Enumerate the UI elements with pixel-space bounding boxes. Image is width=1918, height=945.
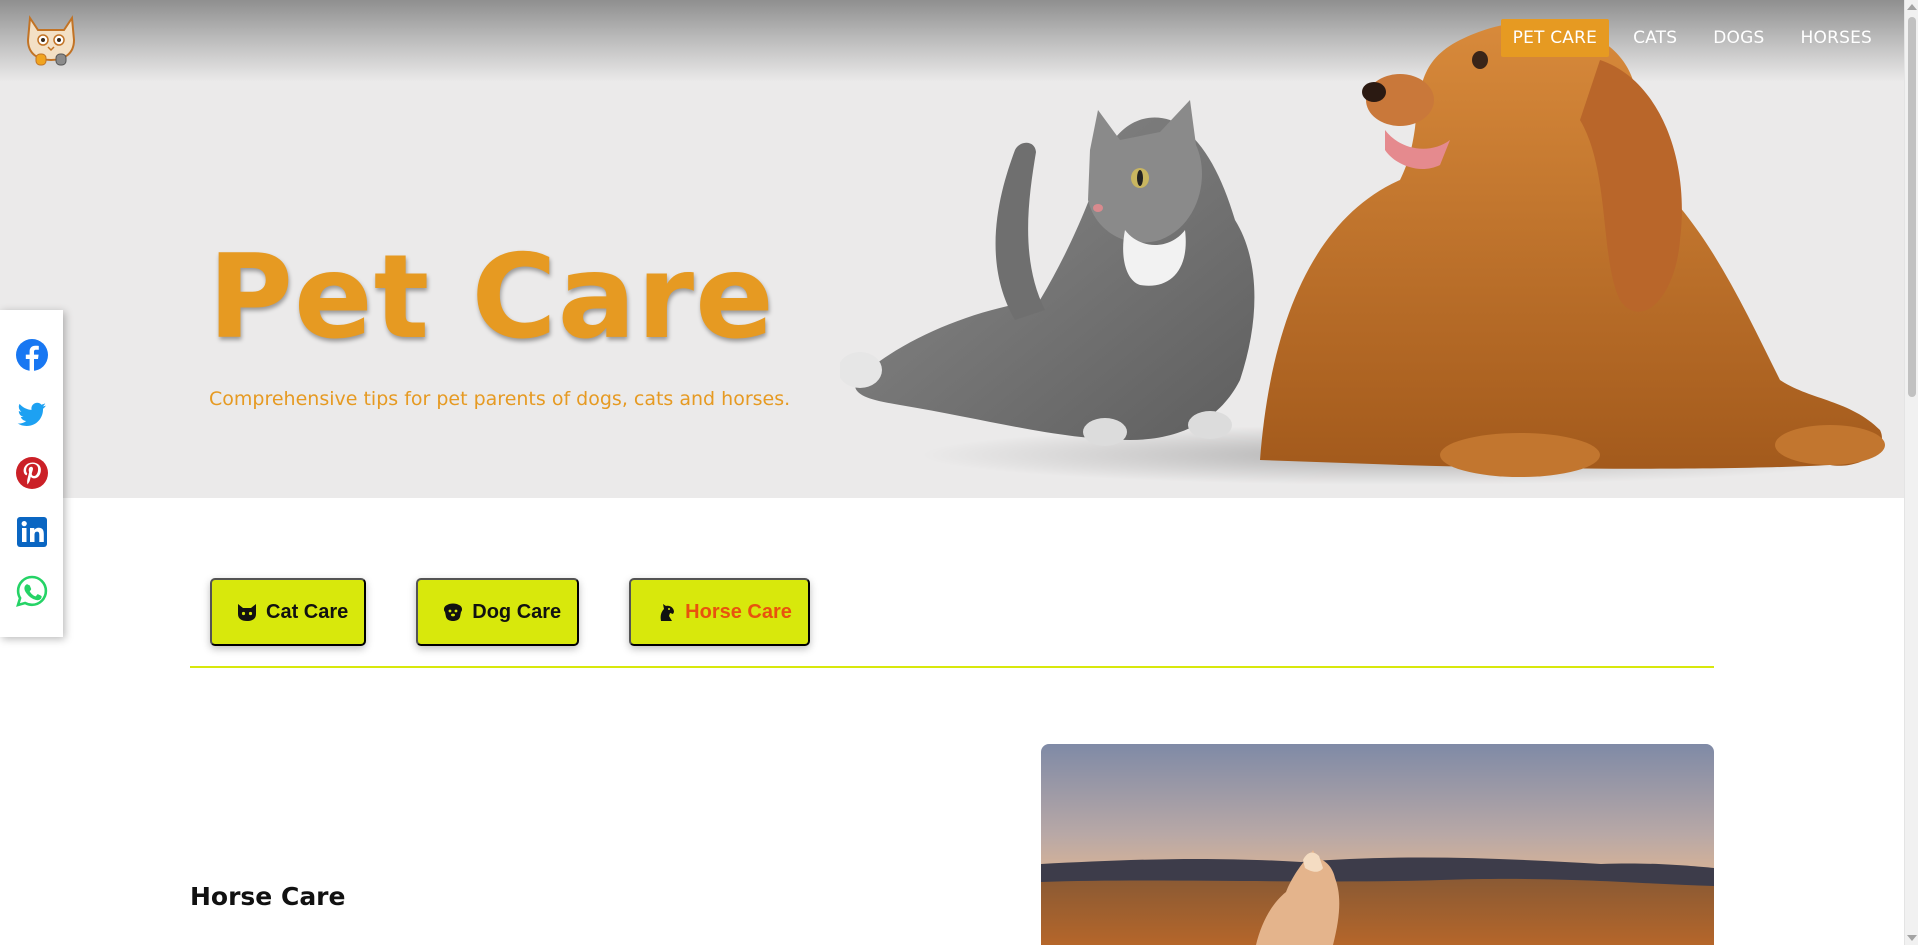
main-nav: PET CARE CATS DOGS HORSES (1489, 19, 1884, 57)
scrollbar-thumb[interactable] (1908, 17, 1916, 397)
nav-item-dogs[interactable]: DOGS (1701, 19, 1776, 57)
nav-item-horses[interactable]: HORSES (1789, 19, 1885, 57)
page-title: Pet Care (208, 230, 775, 365)
pinterest-icon[interactable] (15, 456, 49, 490)
cat-logo[interactable] (22, 10, 80, 66)
tab-dog-care[interactable]: Dog Care (416, 578, 580, 646)
cat-icon (238, 604, 256, 621)
tab-cat-care[interactable]: Cat Care (210, 578, 367, 646)
social-share-bar (0, 310, 63, 637)
hero-banner: PET CARE CATS DOGS HORSES Pet Care Compr… (0, 0, 1904, 498)
horse-icon (660, 604, 675, 621)
section-title: Horse Care (190, 882, 346, 911)
scroll-down-arrow-icon[interactable] (1907, 935, 1917, 941)
tab-label: Dog Care (472, 600, 562, 623)
linkedin-icon[interactable] (15, 515, 49, 549)
care-tabs: Cat Care Dog Care Horse Care (210, 578, 860, 646)
tab-label: Horse Care (685, 600, 792, 623)
facebook-icon[interactable] (15, 338, 49, 372)
hero-subtitle: Comprehensive tips for pet parents of do… (209, 388, 791, 410)
horse-photo (1041, 744, 1714, 945)
tab-label: Cat Care (266, 600, 349, 623)
cat-and-dog-photo (840, 21, 1885, 485)
tab-horse-care[interactable]: Horse Care (629, 578, 810, 646)
twitter-icon[interactable] (15, 397, 49, 431)
nav-item-cats[interactable]: CATS (1621, 19, 1689, 57)
dog-icon (444, 603, 463, 621)
whatsapp-icon[interactable] (15, 574, 49, 608)
scroll-up-arrow-icon[interactable] (1907, 4, 1917, 10)
page-scrollbar[interactable] (1904, 0, 1918, 945)
nav-item-pet-care[interactable]: PET CARE (1500, 19, 1610, 57)
tabs-divider (190, 666, 1714, 668)
